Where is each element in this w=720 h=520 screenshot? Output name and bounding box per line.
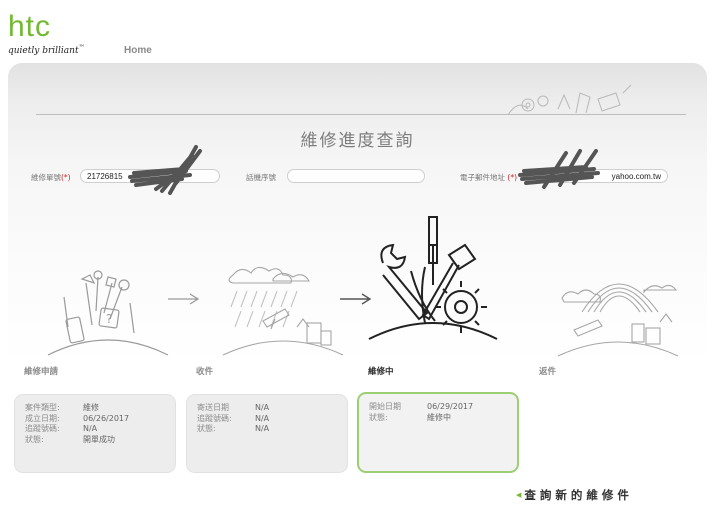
- home-link[interactable]: Home: [124, 45, 152, 56]
- triangle-left-icon: ◀: [516, 491, 522, 499]
- serial-number-label: 話機序號: [246, 173, 276, 182]
- status-card-repair-request: 案件類型: 維修 成立日期: 06/26/2017 追蹤號碼: N/A 狀態: 開單成功: [14, 394, 176, 473]
- info-row: 成立日期: 06/26/2017: [25, 413, 130, 423]
- info-row: 追蹤號碼: N/A: [25, 424, 98, 433]
- status-card-received: 寄送日期 N/A 追蹤號碼: N/A 狀態: N/A: [186, 394, 348, 473]
- main-panel: 維修進度查詢 維修單號(*) 21726815 話機序號 電子郵件地址 (*) …: [8, 63, 707, 515]
- redaction-scribble-icon: [128, 145, 202, 195]
- arrow-right-icon: [168, 293, 200, 305]
- status-card-in-repair: 開始日期 06/29/2017 狀態: 維修中: [357, 392, 519, 473]
- info-row: 追蹤號碼: N/A: [197, 413, 270, 423]
- tools-repair-illustration-icon: [368, 216, 498, 340]
- info-row: 狀態: 開單成功: [25, 434, 115, 444]
- info-row: 狀態: N/A: [197, 424, 270, 433]
- serial-number-input[interactable]: [287, 169, 425, 183]
- info-row: 寄送日期 N/A: [197, 403, 270, 412]
- step-title-repair-request: 維修申請: [24, 367, 59, 377]
- page: htc quietly brilliant™ Home 維修進度查詢 維修單號(…: [0, 0, 720, 520]
- info-row: 開始日期 06/29/2017: [369, 402, 474, 411]
- brand-wordmark: htc: [8, 10, 52, 43]
- repair-number-label: 維修單號(*): [31, 173, 71, 182]
- email-label: 電子郵件地址 (*): [460, 173, 517, 182]
- decorative-doodles-icon: [507, 84, 632, 116]
- info-row: 狀態: 維修中: [369, 412, 451, 422]
- shipping-rain-illustration-icon: [222, 266, 344, 356]
- step-title-received: 收件: [196, 367, 214, 377]
- divider-line: [36, 114, 686, 115]
- brand-tagline: quietly brilliant™: [8, 44, 85, 56]
- redaction-scribble-icon: [518, 149, 600, 189]
- step-title-returned: 返件: [539, 367, 557, 377]
- step-title-in-repair: 維修中: [368, 367, 394, 377]
- info-row: 案件類型: 維修: [25, 403, 99, 412]
- return-rainbow-illustration-icon: [557, 283, 679, 357]
- repair-request-illustration-icon: ?: [47, 270, 169, 356]
- htc-logo[interactable]: htc quietly brilliant™: [8, 12, 98, 57]
- new-query-link[interactable]: ◀ 查詢新的維修件: [516, 487, 633, 503]
